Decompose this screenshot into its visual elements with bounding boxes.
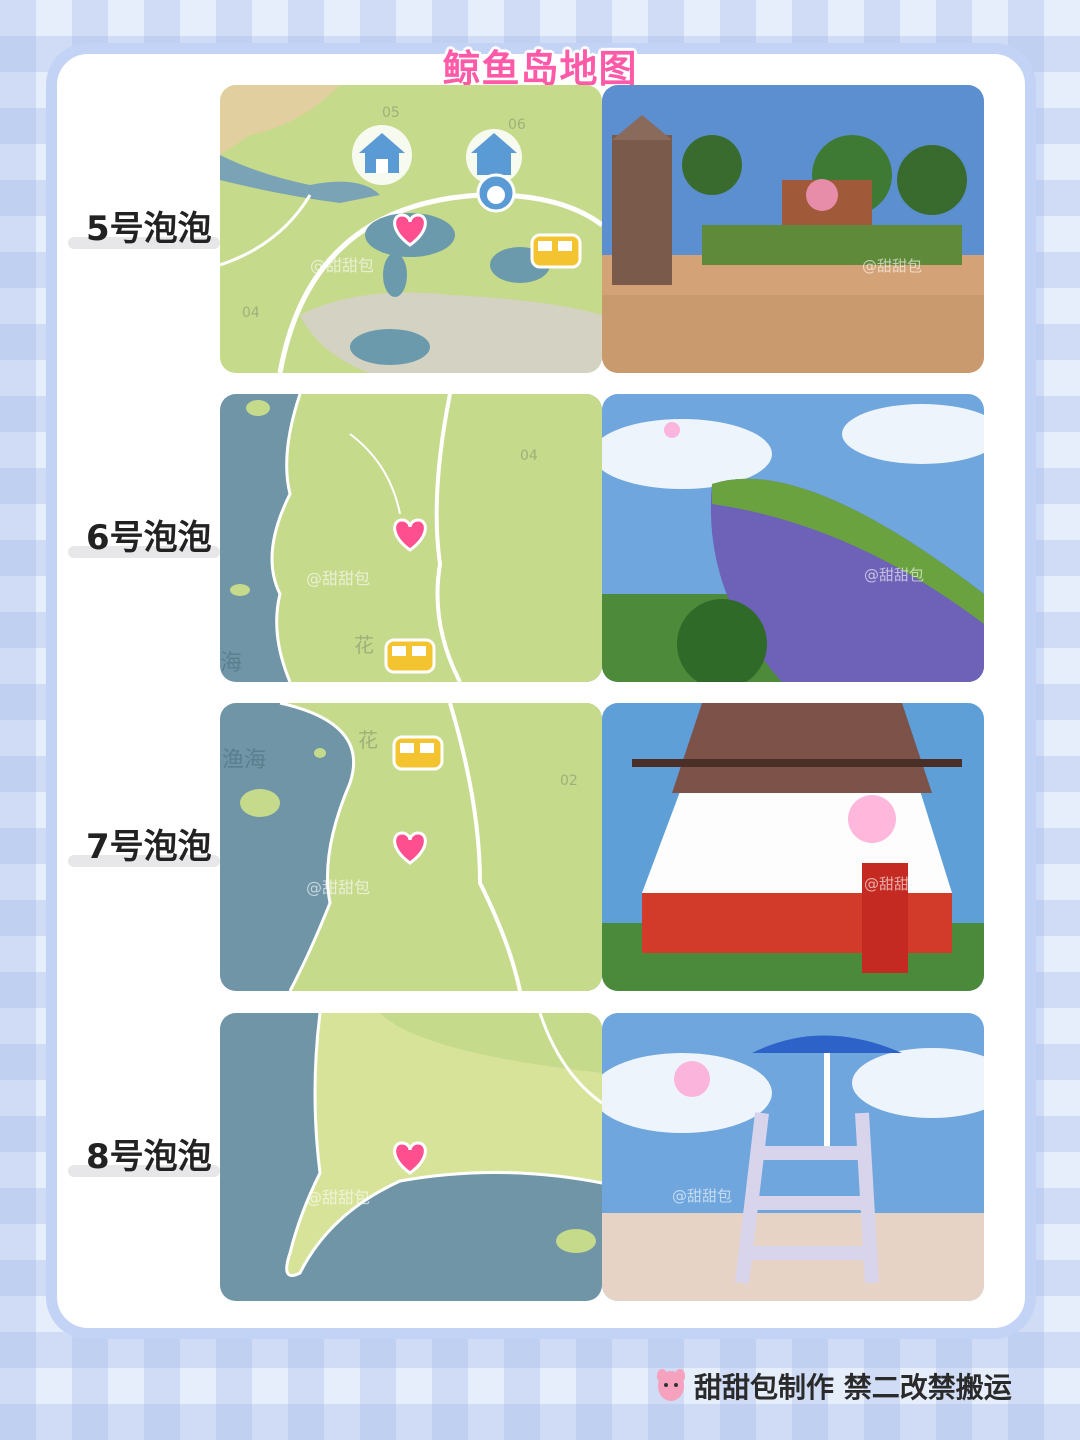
bubble-row-8: 8号泡泡 @甜甜包 @甜甜包 (68, 1013, 988, 1303)
map-zone-number: 06 (508, 117, 526, 133)
bubble-label-text: 5号泡泡 (86, 209, 212, 249)
bubble-row-7: 7号泡泡 渔海 花 02 @甜甜包 @甜甜包 (68, 703, 988, 993)
bus-icon (384, 638, 436, 674)
bubble-label: 7号泡泡 (68, 819, 220, 875)
bubble-label: 6号泡泡 (68, 510, 220, 566)
bubble-label-text: 8号泡泡 (86, 1137, 212, 1177)
bubble-map: 渔海 花 02 @甜甜包 (220, 703, 602, 991)
watermark: @甜甜包 (672, 1187, 732, 1205)
bunny-icon (476, 173, 516, 213)
bubble-screenshot: @甜甜包 (602, 394, 984, 682)
bubble-map: 04 海 花 @甜甜包 (220, 394, 602, 682)
map-zone-number: 02 (560, 773, 578, 789)
map-zone-number: 04 (520, 448, 538, 464)
footer-credit: 甜甜包制作 禁二改禁搬运 (694, 1371, 1012, 1404)
footer: 甜甜包制作 禁二改禁搬运 (654, 1366, 1012, 1406)
bubble-row-5: 5号泡泡 05 06 04 @甜甜包 @甜甜包 (68, 85, 988, 375)
house-icon (352, 125, 412, 185)
bubble-screenshot: @甜甜包 (602, 703, 984, 991)
bubble-screenshot: @甜甜包 (602, 1013, 984, 1301)
map-sea-label: 渔海 (222, 748, 266, 773)
bubble-gift-icon (664, 422, 680, 438)
bubble-map: @甜甜包 (220, 1013, 602, 1301)
bubble-label-text: 7号泡泡 (86, 827, 212, 867)
watermark: @甜甜包 (306, 569, 370, 588)
bubble-label-text: 6号泡泡 (86, 518, 212, 558)
bubble-row-6: 6号泡泡 04 海 花 @甜甜包 @甜甜包 (68, 394, 988, 684)
bubble-label: 5号泡泡 (68, 201, 220, 257)
map-area-label: 花 (358, 728, 378, 752)
watermark: @甜甜包 (306, 1188, 370, 1207)
watermark: @甜甜包 (864, 566, 924, 584)
bus-icon (530, 233, 582, 269)
bubble-gift-icon (848, 795, 896, 843)
watermark: @甜甜包 (306, 878, 370, 897)
watermark: @甜甜包 (862, 257, 922, 275)
map-sea-label: 海 (220, 651, 242, 676)
bubble-label: 8号泡泡 (68, 1129, 220, 1185)
bubble-gift-icon (806, 179, 838, 211)
map-zone-number: 04 (242, 305, 260, 321)
watermark: @甜甜包 (310, 256, 374, 275)
map-area-label: 花 (354, 633, 374, 657)
bus-icon (392, 735, 444, 771)
bubble-gift-icon (674, 1061, 710, 1097)
bubble-map: 05 06 04 @甜甜包 (220, 85, 602, 373)
watermark: @甜甜包 (864, 875, 924, 893)
bubble-screenshot: @甜甜包 (602, 85, 984, 373)
pink-mascot-icon (657, 1369, 685, 1401)
map-zone-number: 05 (382, 105, 400, 121)
